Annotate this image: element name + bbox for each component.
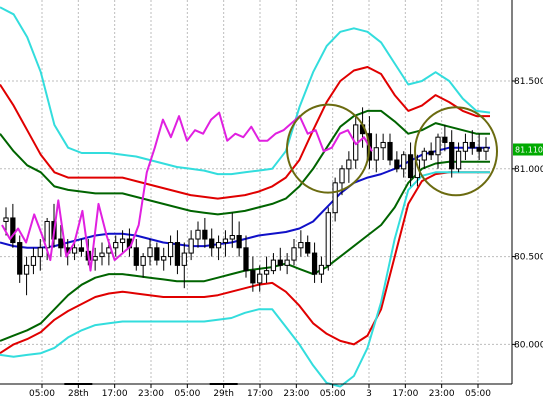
candle-bullish xyxy=(99,252,105,258)
candle-bullish xyxy=(222,238,229,244)
candle-bearish xyxy=(311,252,318,275)
candle-bearish xyxy=(17,242,23,275)
candle-bullish xyxy=(462,141,469,152)
candle-bullish xyxy=(284,259,290,266)
candle-bullish xyxy=(229,235,235,240)
candle-bullish xyxy=(270,259,277,272)
price-tick-80-500: 80.500 xyxy=(514,253,543,263)
candle-bearish xyxy=(394,159,400,170)
candle-bearish xyxy=(174,242,181,266)
candle-bearish xyxy=(469,141,475,149)
time-tick-23-00: 23:00 xyxy=(138,389,164,399)
time-tick-05-00: 05:00 xyxy=(320,389,346,399)
candle-bullish xyxy=(161,256,167,261)
time-tick-05-00: 05:00 xyxy=(29,389,55,399)
time-tick-3: 3 xyxy=(366,389,372,399)
candle-bearish xyxy=(428,150,434,156)
time-tick-17-00: 17:00 xyxy=(392,389,418,399)
candle-bullish xyxy=(291,247,297,261)
candle-bearish xyxy=(449,141,455,170)
current-price-badge: 81.110 xyxy=(513,143,543,156)
candle-bullish xyxy=(30,256,37,266)
candle-bullish xyxy=(3,217,9,222)
candle-bullish xyxy=(401,154,407,170)
candle-bullish xyxy=(147,247,153,258)
price-tick-80-000: 80.000 xyxy=(514,340,543,350)
candle-bearish xyxy=(202,229,208,240)
candle-bearish xyxy=(250,270,256,284)
candle-bullish xyxy=(195,229,201,240)
candle-bullish xyxy=(181,252,187,266)
candle-bearish xyxy=(236,235,242,249)
candle-bearish xyxy=(277,259,283,266)
candle-bullish xyxy=(380,141,386,149)
time-tick-28th: 28th xyxy=(68,389,89,399)
candle-bearish xyxy=(387,141,393,161)
candle-bearish xyxy=(476,147,482,152)
candle-bullish xyxy=(421,150,427,161)
time-tick-05-00: 05:00 xyxy=(174,389,200,399)
candle-bullish xyxy=(263,270,270,275)
candle-bullish xyxy=(332,182,338,214)
candle-bullish xyxy=(339,168,345,184)
candle-bullish xyxy=(455,150,462,170)
price-chart: 81.500 81.000 80.500 80.000 05:00 28th 17:00 2… xyxy=(0,0,543,401)
candle-bullish xyxy=(140,256,146,266)
candle-bearish xyxy=(154,247,160,261)
candle-bullish xyxy=(71,247,78,254)
candle-bearish xyxy=(442,136,448,143)
time-tick-23-00: 23:00 xyxy=(283,389,309,399)
candle-bearish xyxy=(243,247,249,272)
candle-bullish xyxy=(119,238,126,244)
time-tick-29th: 29th xyxy=(213,389,234,399)
candle-bearish xyxy=(305,242,311,254)
candle-bearish xyxy=(133,247,139,266)
candle-bullish xyxy=(37,247,43,258)
candle-bearish xyxy=(209,238,215,249)
candle-bullish xyxy=(483,147,489,152)
candle-bullish xyxy=(325,212,331,266)
price-tick-81-500: 81.500 xyxy=(514,77,543,87)
candle-bearish xyxy=(58,238,64,249)
time-tick-17-00: 17:00 xyxy=(247,389,273,399)
current-price-label: 81.110 xyxy=(515,146,543,155)
candle-bullish xyxy=(92,256,98,261)
candle-bullish xyxy=(215,242,222,249)
candle-bullish xyxy=(167,242,174,258)
time-tick-23-00: 23:00 xyxy=(429,389,455,399)
candle-bullish xyxy=(318,264,325,275)
candle-bullish xyxy=(435,136,441,156)
time-tick-17-00: 17:00 xyxy=(102,389,128,399)
candle-bullish xyxy=(346,159,352,170)
candle-bullish xyxy=(257,273,263,284)
candle-bullish xyxy=(298,242,304,249)
candle-bullish xyxy=(23,264,30,275)
candle-bearish xyxy=(407,154,414,179)
candle-bullish xyxy=(188,238,194,254)
candle-bullish xyxy=(113,242,119,249)
time-tick-05-00: 05:00 xyxy=(465,389,491,399)
candle-bullish xyxy=(373,147,379,161)
price-tick-81-000: 81.000 xyxy=(514,165,543,175)
candle-bearish xyxy=(78,247,85,252)
